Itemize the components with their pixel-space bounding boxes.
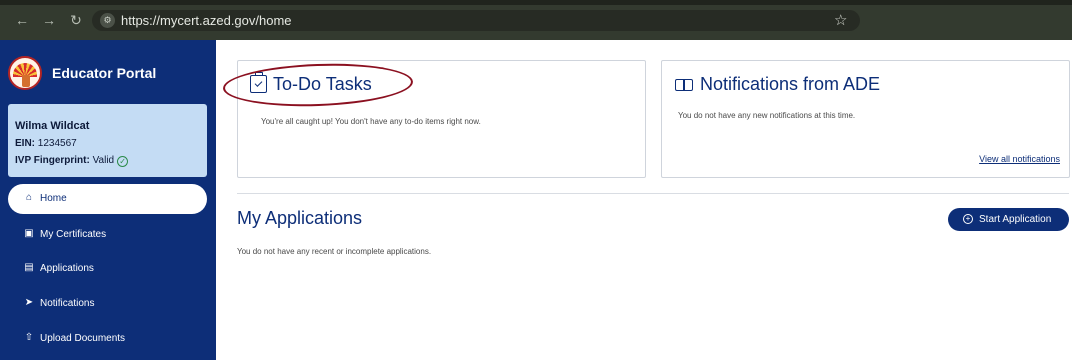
sidebar-item-my-certificates[interactable]: ▣ My Certificates bbox=[8, 220, 207, 250]
sidebar-item-home[interactable]: ⌂ Home bbox=[8, 184, 207, 214]
portal-title: Educator Portal bbox=[52, 65, 157, 81]
ein-label: EIN: bbox=[15, 138, 35, 149]
my-applications-title: My Applications bbox=[237, 208, 363, 228]
notifications-title: Notifications from ADE bbox=[700, 74, 881, 94]
browser-tab-strip bbox=[0, 0, 1072, 5]
ein-line: EIN: 1234567 bbox=[15, 138, 77, 149]
back-arrow-icon[interactable]: ← bbox=[13, 11, 31, 29]
no-applications-message: You do not have any recent or incomplete… bbox=[237, 247, 432, 256]
certificate-icon: ▣ bbox=[24, 228, 34, 239]
fingerprint-status: IVP Fingerprint: Valid ✓ bbox=[15, 155, 129, 167]
sidebar-item-label: Upload Documents bbox=[40, 333, 126, 344]
site-settings-icon[interactable]: ⚙ bbox=[100, 13, 115, 28]
book-open-icon bbox=[675, 79, 693, 91]
user-profile-card: Wilma Wildcat EIN: 1234567 IVP Fingerpri… bbox=[8, 104, 207, 177]
home-icon: ⌂ bbox=[25, 192, 33, 203]
document-icon: ▤ bbox=[24, 262, 34, 273]
sidebar-item-label: My Certificates bbox=[40, 229, 107, 240]
todo-message: You're all caught up! You don't have any… bbox=[261, 117, 481, 126]
refresh-icon[interactable]: ↻ bbox=[67, 11, 85, 29]
portal-logo bbox=[8, 56, 42, 90]
start-application-label: Start Application bbox=[979, 214, 1052, 225]
sidebar-item-upload-documents[interactable]: ⇧ Upload Documents bbox=[8, 324, 207, 354]
browser-toolbar: ← → ↻ ⚙ https://mycert.azed.gov/home ☆ bbox=[0, 0, 1072, 40]
fingerprint-value: Valid bbox=[92, 155, 115, 166]
user-name: Wilma Wildcat bbox=[15, 120, 90, 132]
upload-document-icon: ⇧ bbox=[24, 332, 34, 343]
notifications-message: You do not have any new notifications at… bbox=[678, 111, 856, 120]
sidebar-item-notifications[interactable]: ➤ Notifications bbox=[8, 289, 207, 319]
sidebar-item-label: Applications bbox=[40, 263, 94, 274]
send-icon: ➤ bbox=[24, 297, 34, 308]
sidebar-item-label: Home bbox=[40, 193, 67, 204]
check-circle-icon: ✓ bbox=[117, 156, 129, 167]
start-application-button[interactable]: + Start Application bbox=[948, 208, 1069, 231]
view-all-notifications-link[interactable]: View all notifications bbox=[979, 154, 1060, 164]
notifications-card: Notifications from ADE You do not have a… bbox=[661, 60, 1070, 178]
section-divider bbox=[237, 193, 1069, 194]
sidebar-item-applications[interactable]: ▤ Applications bbox=[8, 254, 207, 284]
ein-value: 1234567 bbox=[37, 138, 77, 149]
forward-arrow-icon[interactable]: → bbox=[40, 11, 58, 29]
sidebar-item-label: Notifications bbox=[40, 298, 95, 309]
fingerprint-label: IVP Fingerprint: bbox=[15, 155, 90, 166]
url-text[interactable]: https://mycert.azed.gov/home bbox=[121, 13, 292, 28]
star-icon[interactable]: ☆ bbox=[834, 11, 847, 29]
plus-circle-icon: + bbox=[963, 214, 973, 224]
